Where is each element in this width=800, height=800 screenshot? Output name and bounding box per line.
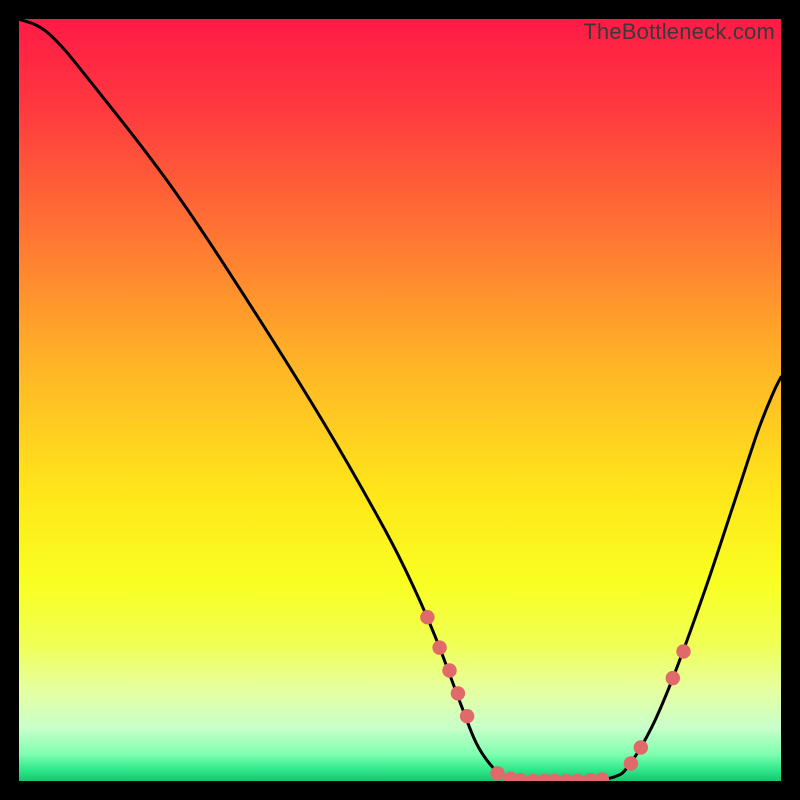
chart-background-gradient	[19, 19, 781, 781]
watermark-label: TheBottleneck.com	[583, 19, 775, 45]
chart-frame: TheBottleneck.com	[19, 19, 781, 781]
